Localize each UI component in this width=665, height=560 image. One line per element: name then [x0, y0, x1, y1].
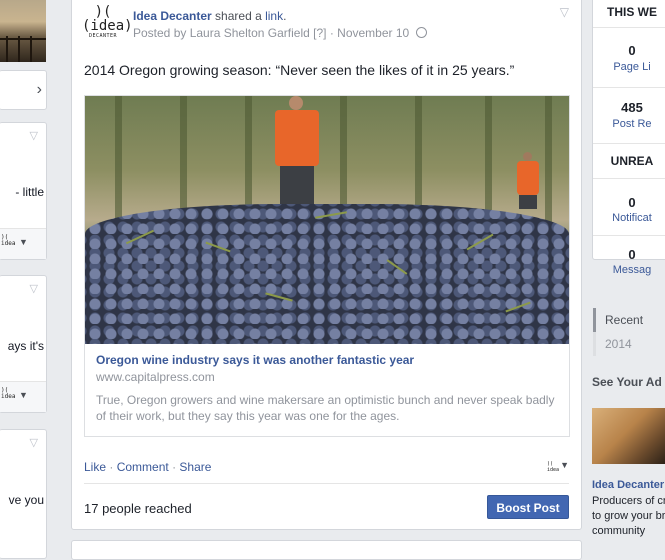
divider — [84, 483, 569, 484]
timeline-nav: Recent 2014 — [593, 308, 665, 356]
link-preview[interactable]: Oregon wine industry says it was another… — [84, 95, 570, 437]
ad-body-line: to grow your br — [592, 510, 665, 522]
post-reach-link[interactable]: Post Re — [593, 118, 665, 130]
action-end: . — [283, 9, 287, 23]
messages-count: 0 — [628, 247, 636, 262]
action-separator: · — [109, 460, 114, 474]
grapes-bin — [85, 204, 569, 344]
left-nav-card[interactable]: › — [0, 70, 47, 110]
comment-link[interactable]: Comment — [117, 460, 169, 474]
chevron-right-icon[interactable]: › — [37, 81, 42, 99]
page-likes-count: 0 — [628, 43, 636, 58]
globe-icon[interactable] — [415, 27, 427, 38]
link-preview-image[interactable] — [85, 96, 569, 344]
action-text: shared a — [215, 9, 262, 23]
help-marker[interactable]: [?] — [313, 26, 326, 40]
post-meta: Posted by Laura Shelton Garfield [?] · N… — [133, 26, 427, 40]
shared-link[interactable]: link — [265, 9, 283, 23]
left-post-snippet: ve you — [8, 493, 44, 507]
ad-title-link[interactable]: Idea Decanter — [592, 479, 664, 491]
posted-by: Posted by Laura Shelton Garfield — [133, 26, 310, 40]
stats-panel: THIS WE 0 Page Li 485 Post Re UNREA 0 No… — [592, 0, 665, 276]
left-post-footer: )(idea ▼ — [0, 228, 46, 259]
post-as-avatar-icon[interactable]: )(idea — [547, 461, 559, 473]
left-post-card: ▽ ve you — [0, 429, 47, 559]
this-week-heading: THIS WE — [593, 0, 665, 28]
caret-down-icon[interactable]: ▼ — [560, 460, 569, 470]
timeline-recent[interactable]: Recent — [593, 308, 665, 332]
left-post-snippet: ays it's — [7, 339, 44, 353]
left-cover-photo[interactable] — [0, 0, 46, 62]
chevron-down-icon[interactable]: ▽ — [560, 5, 569, 19]
worker-figure — [517, 152, 539, 209]
see-your-ad-heading: See Your Ad — [592, 375, 662, 389]
timeline-year[interactable]: 2014 — [593, 332, 665, 356]
left-post-footer: )(idea ▼ — [0, 381, 46, 412]
page-likes-link[interactable]: Page Li — [593, 61, 665, 73]
page-logo[interactable]: )( (idea) DECANTER — [82, 4, 133, 45]
post-reach-count: 485 — [621, 100, 643, 115]
left-post-card: ▽ ays it's )(idea ▼ — [0, 275, 47, 413]
next-post-card — [71, 540, 582, 560]
chevron-down-icon[interactable]: ▽ — [30, 282, 38, 295]
post-message: 2014 Oregon growing season: “Never seen … — [84, 62, 515, 78]
link-title[interactable]: Oregon wine industry says it was another… — [96, 353, 558, 368]
page-avatar-icon: )(idea — [1, 234, 16, 247]
chevron-down-icon[interactable]: ▽ — [30, 129, 38, 142]
ad-body-line: Producers of cr — [592, 495, 665, 507]
caret-down-icon[interactable]: ▼ — [19, 390, 28, 400]
action-separator: · — [172, 460, 177, 474]
logo-mark: )( — [94, 4, 112, 20]
share-link[interactable]: Share — [179, 460, 211, 474]
messages-link[interactable]: Messag — [593, 264, 665, 276]
boost-post-button[interactable]: Boost Post — [487, 495, 569, 519]
chevron-down-icon[interactable]: ▽ — [30, 436, 38, 449]
worker-figure — [275, 96, 319, 206]
like-link[interactable]: Like — [84, 460, 106, 474]
page-avatar-icon: )(idea — [1, 387, 16, 400]
link-description: True, Oregon growers and wine makersare … — [96, 393, 555, 423]
notifications-count: 0 — [628, 195, 636, 210]
left-post-card: ▽ - little )(idea ▼ — [0, 122, 47, 260]
link-url: www.capitalpress.com — [96, 370, 215, 384]
post-date-link[interactable]: November 10 — [337, 26, 409, 40]
ad-body: Producers of cr to grow your br communit… — [592, 494, 665, 539]
post-card: )( (idea) DECANTER Idea Decanter shared … — [71, 0, 582, 530]
meta-separator: · — [329, 26, 334, 40]
notifications-link[interactable]: Notificat — [593, 212, 665, 224]
post-header: Idea Decanter shared a link. — [133, 9, 286, 23]
caret-down-icon[interactable]: ▼ — [19, 237, 28, 247]
post-actions: Like · Comment · Share — [84, 460, 211, 474]
ad-body-line: community — [592, 525, 646, 537]
page-name-link[interactable]: Idea Decanter — [133, 9, 212, 23]
post-reach: 17 people reached — [84, 501, 192, 516]
unread-heading: UNREA — [593, 144, 665, 179]
ad-image[interactable] — [592, 408, 665, 464]
logo-word: (idea) — [82, 18, 133, 34]
left-post-snippet: - little — [15, 185, 44, 199]
link-preview-info[interactable]: Oregon wine industry says it was another… — [85, 344, 569, 433]
